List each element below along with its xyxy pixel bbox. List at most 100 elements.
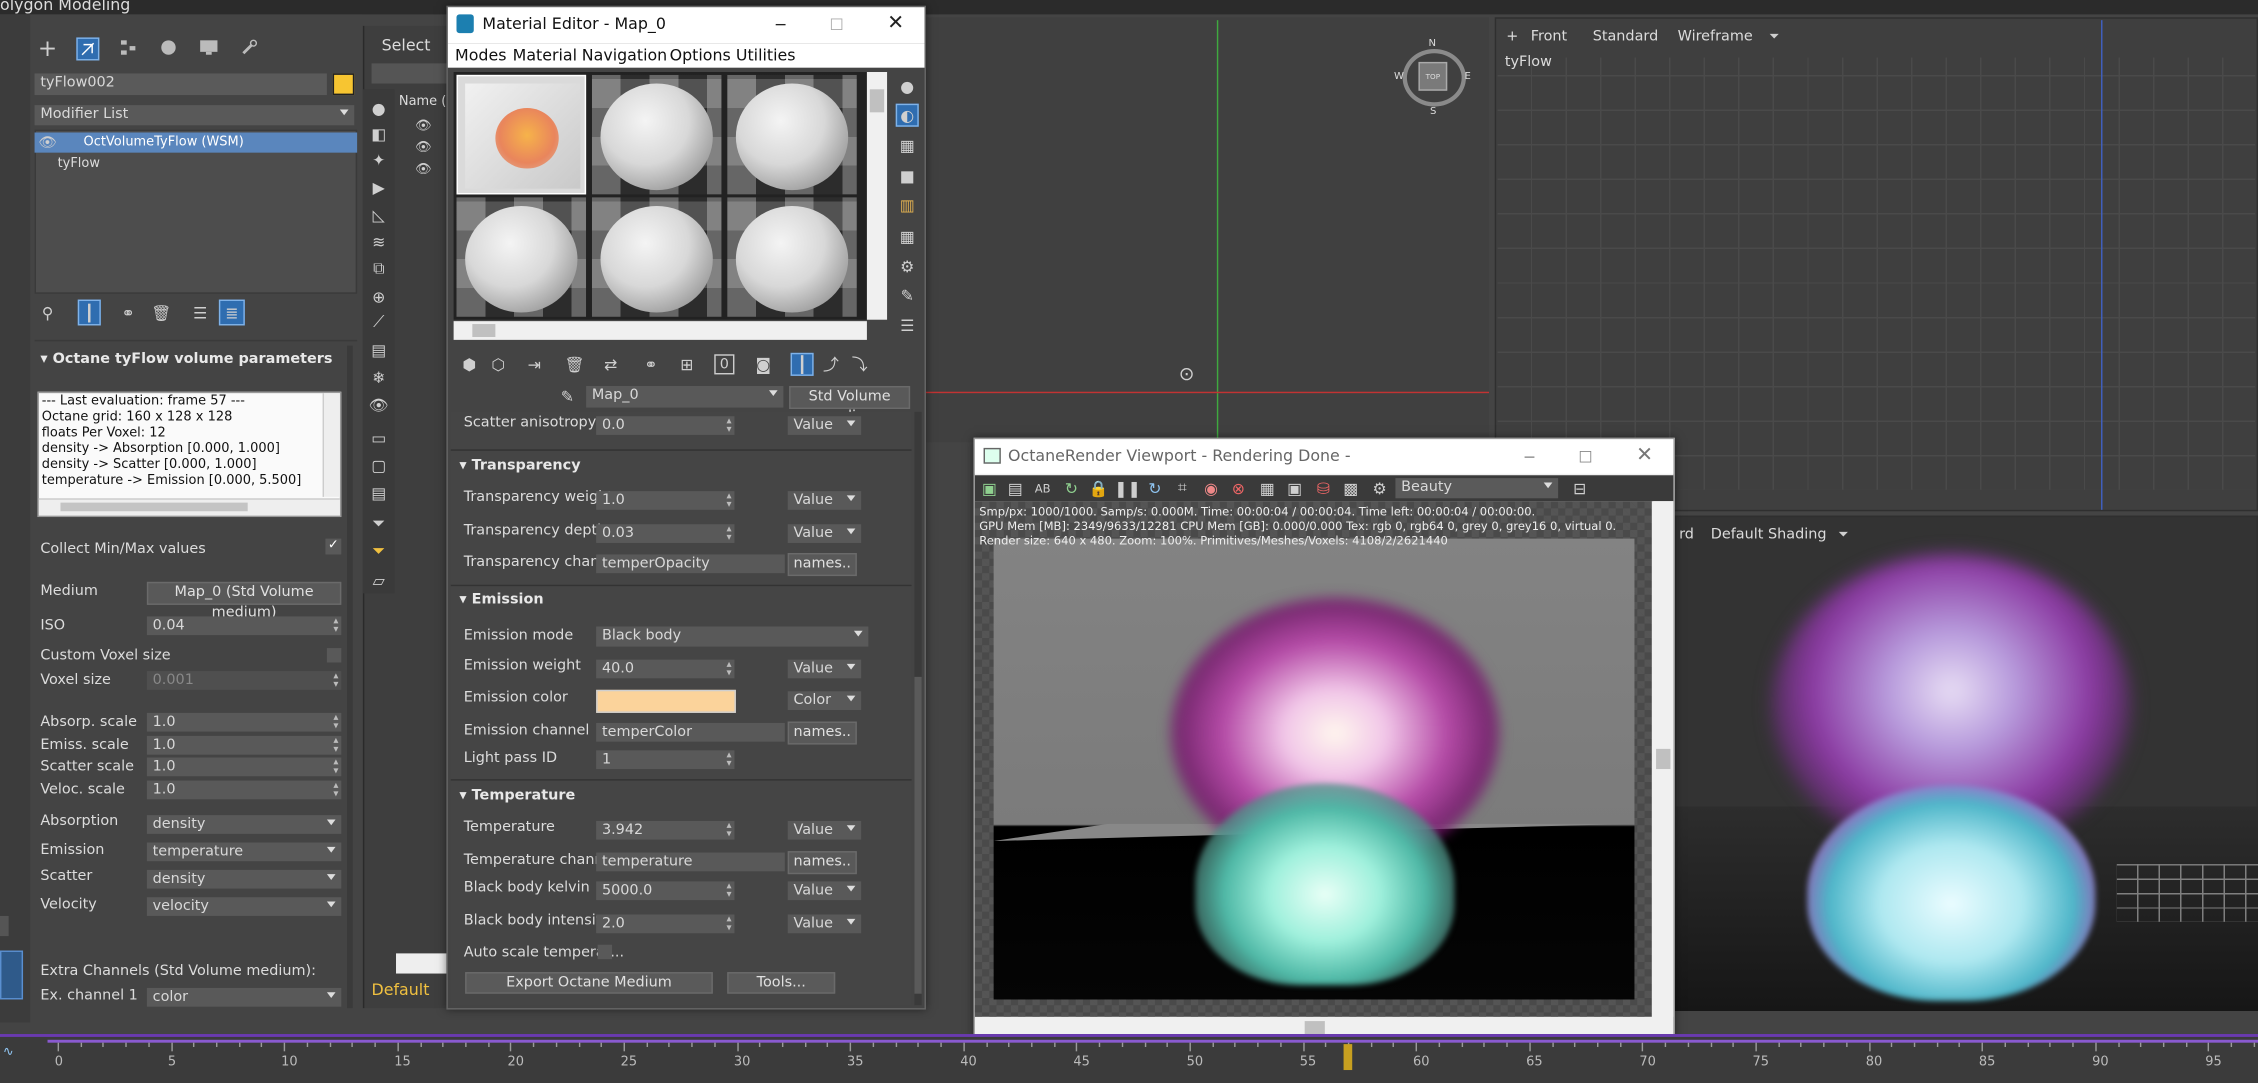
emission-weight-mode[interactable]: Value bbox=[787, 659, 862, 679]
temperature-channel-field[interactable]: temperature bbox=[596, 852, 785, 872]
menu-material[interactable]: Material bbox=[513, 46, 577, 65]
spinner-icon[interactable]: ▴ ▾ bbox=[726, 821, 731, 839]
transparency-rollout-title[interactable]: ▾ Transparency bbox=[459, 458, 580, 474]
sample-slot-active[interactable] bbox=[456, 74, 587, 195]
light-pass-field[interactable]: 1 ▴ ▾ bbox=[596, 750, 735, 770]
color-picker-icon[interactable]: ◉ bbox=[1201, 478, 1221, 498]
camera-filter-icon[interactable]: ▶ bbox=[369, 177, 389, 197]
sample-slot[interactable] bbox=[591, 197, 722, 317]
scene-explorer-search[interactable] bbox=[371, 63, 453, 84]
display-children-icon[interactable]: ▭ bbox=[369, 428, 389, 448]
scale-field[interactable]: 1.0 ▴ ▾ bbox=[146, 780, 342, 800]
sphere-filter-icon[interactable]: ● bbox=[369, 98, 389, 118]
viewport-standard-menu[interactable]: Standard bbox=[1593, 29, 1659, 45]
ex-channel-1-dropdown[interactable]: color bbox=[146, 987, 342, 1007]
spinner-icon[interactable]: ▴ ▾ bbox=[333, 671, 338, 689]
channel-dropdown[interactable]: density bbox=[146, 869, 342, 889]
spinner-icon[interactable]: ▴ ▾ bbox=[333, 713, 338, 731]
region-render-icon[interactable]: ⌗ bbox=[1172, 478, 1192, 498]
black-body-kelvin-field[interactable]: 5000.0 ▴ ▾ bbox=[596, 881, 735, 901]
maximize-icon[interactable]: ☐ bbox=[827, 14, 847, 34]
container-filter-icon[interactable]: ▤ bbox=[369, 340, 389, 360]
spinner-icon[interactable]: ▴ ▾ bbox=[726, 881, 731, 899]
group-filter-icon[interactable]: ⧉ bbox=[369, 259, 389, 279]
slots-hscrollbar[interactable] bbox=[453, 321, 867, 340]
scale-field[interactable]: 1.0 ▴ ▾ bbox=[146, 712, 342, 732]
spinner-icon[interactable]: ▴ ▾ bbox=[333, 616, 338, 634]
close-icon[interactable]: ✕ bbox=[886, 12, 906, 35]
slots-hscroll-thumb[interactable] bbox=[472, 324, 496, 337]
remove-modifier-trash-icon[interactable]: 🗑 bbox=[151, 302, 171, 322]
video-color-check-icon[interactable]: ▥ bbox=[897, 194, 917, 214]
viewport-wireframe-menu[interactable]: Wireframe bbox=[1678, 29, 1753, 45]
modifier-stack-item-1[interactable]: tyFlow bbox=[58, 157, 100, 171]
modify-tab-icon[interactable] bbox=[76, 37, 100, 61]
display-all-icon[interactable]: ▢ bbox=[369, 455, 389, 475]
display-none-icon[interactable]: ▤ bbox=[369, 482, 389, 502]
make-copy-icon[interactable]: ⇄ bbox=[601, 354, 621, 374]
filter-funnel-active-icon[interactable]: ⏷ bbox=[369, 542, 389, 562]
emission-weight-field[interactable]: 40.0 ▴ ▾ bbox=[596, 659, 735, 679]
tools-button[interactable]: Tools... bbox=[727, 972, 836, 994]
custom-voxel-checkbox[interactable] bbox=[326, 648, 342, 663]
material-navigator-icon[interactable]: ☰ bbox=[897, 315, 917, 335]
menu-modes[interactable]: Modes bbox=[455, 46, 506, 65]
temperature-rollout-title[interactable]: ▾ Temperature bbox=[459, 788, 575, 804]
shape-filter-icon[interactable]: ◧ bbox=[369, 124, 389, 144]
left-edge-button[interactable] bbox=[0, 915, 9, 937]
modifier-list-dropdown[interactable]: Modifier List bbox=[34, 105, 355, 126]
material-type-button[interactable]: Std Volume medium bbox=[789, 385, 911, 425]
iso-field[interactable]: 0.04 ▴ ▾ bbox=[146, 616, 342, 636]
viewcube-top-face[interactable]: TOP bbox=[1418, 61, 1448, 91]
render-pass-dropdown[interactable]: Beauty bbox=[1395, 478, 1559, 499]
transparency-field[interactable]: 1.0 ▴ ▾ bbox=[596, 491, 735, 510]
timeline-current-frame-marker[interactable] bbox=[1343, 1044, 1353, 1071]
temperature-names-button[interactable]: names.. bbox=[787, 851, 857, 875]
emission-rollout-title[interactable]: ▾ Emission bbox=[459, 592, 543, 608]
save-render-icon[interactable]: ▣ bbox=[979, 478, 999, 498]
menu-options[interactable]: Options bbox=[670, 46, 731, 65]
render-vscroll-thumb[interactable] bbox=[1656, 748, 1671, 770]
transparency-field[interactable]: 0.03 ▴ ▾ bbox=[596, 524, 735, 543]
scale-field[interactable]: 1.0 ▴ ▾ bbox=[146, 735, 342, 755]
pass-options-icon[interactable]: ⊟ bbox=[1570, 478, 1590, 498]
transparency-mode[interactable]: Value bbox=[787, 524, 862, 543]
minimize-icon[interactable]: ─ bbox=[1519, 446, 1539, 466]
export-octane-medium-button[interactable]: Export Octane Medium bbox=[465, 972, 713, 994]
black-body-intensity-field[interactable]: 2.0 ▴ ▾ bbox=[596, 914, 735, 934]
close-icon[interactable]: ✕ bbox=[1634, 444, 1654, 467]
refresh-icon[interactable]: ↻ bbox=[1145, 478, 1165, 498]
lock-icon[interactable]: 🔒 bbox=[1089, 478, 1109, 498]
viewport-view-menu[interactable]: Front bbox=[1531, 29, 1567, 45]
hidden-filter-icon[interactable]: 👁 bbox=[369, 395, 389, 415]
transparency-channel-field[interactable]: temperOpacity bbox=[596, 554, 785, 574]
spinner-icon[interactable]: ▴ ▾ bbox=[726, 915, 731, 933]
eye-icon[interactable]: 👁 bbox=[37, 132, 57, 152]
viewport-view-menu[interactable]: rd bbox=[1679, 527, 1694, 543]
tonemap-icon[interactable]: ▩ bbox=[1341, 478, 1361, 498]
camera-icon[interactable]: ▣ bbox=[1285, 478, 1305, 498]
channel-dropdown[interactable]: density bbox=[146, 815, 342, 834]
menu-navigation[interactable]: Navigation bbox=[582, 46, 667, 65]
params-vscroll-thumb[interactable] bbox=[914, 676, 922, 994]
sample-slot[interactable] bbox=[456, 197, 587, 317]
ab-compare-icon[interactable]: AB bbox=[1033, 478, 1053, 498]
make-unique-icon[interactable]: ⚭ bbox=[641, 354, 661, 374]
background-checker-icon[interactable]: ▦ bbox=[897, 135, 917, 155]
put-to-scene-icon[interactable]: ⬡ bbox=[488, 354, 508, 374]
show-end-result-icon[interactable]: ┃ bbox=[790, 352, 814, 376]
light-filter-icon[interactable]: ✦ bbox=[369, 150, 389, 170]
spinner-icon[interactable]: ▴ ▾ bbox=[333, 736, 338, 754]
sample-type-sphere-icon[interactable]: ● bbox=[897, 76, 917, 96]
maximize-icon[interactable]: ☐ bbox=[1575, 446, 1595, 466]
object-color-swatch[interactable] bbox=[332, 73, 355, 96]
select-by-material-icon[interactable]: ✎ bbox=[897, 285, 917, 305]
collect-minmax-checkbox[interactable]: ✓ bbox=[325, 538, 342, 555]
medium-button[interactable]: Map_0 (Std Volume medium) bbox=[146, 581, 342, 621]
filter-funnel-icon[interactable]: ⏷ bbox=[369, 514, 389, 534]
layer-icon[interactable]: ▱ bbox=[369, 570, 389, 590]
pin-stack-icon[interactable]: ⚲ bbox=[37, 302, 57, 322]
black-body-kelvin-mode[interactable]: Value bbox=[787, 881, 862, 901]
make-preview-icon[interactable]: ▦ bbox=[897, 226, 917, 246]
info-hscroll-thumb[interactable] bbox=[60, 502, 248, 512]
